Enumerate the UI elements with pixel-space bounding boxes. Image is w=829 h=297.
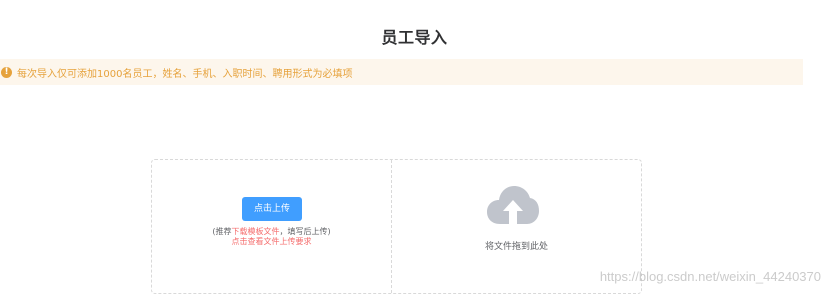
page-title: 员工导入 xyxy=(381,28,448,47)
upload-button-panel: 点击上传 (推荐下载模板文件，填写后上传) 点击查看文件上传要求 xyxy=(152,160,392,293)
employee-import-page: 员工导入 ! 每次导入仅可添加1000名员工，姓名、手机、入职时间、聘用形式为必… xyxy=(0,0,829,297)
upload-area: 点击上传 (推荐下载模板文件，填写后上传) 点击查看文件上传要求 将文件拖到此处 xyxy=(151,159,642,294)
notice-bar: ! 每次导入仅可添加1000名员工，姓名、手机、入职时间、聘用形式为必填项 xyxy=(0,59,803,85)
cloud-upload-icon xyxy=(487,186,539,224)
hint-suffix: ，填写后上传) xyxy=(279,227,331,236)
warning-circle-icon: ! xyxy=(1,66,12,78)
upload-button[interactable]: 点击上传 xyxy=(242,197,302,221)
hint-prefix: (推荐 xyxy=(212,227,232,236)
upload-requirements-link[interactable]: 点击查看文件上传要求 xyxy=(152,236,391,247)
download-template-link[interactable]: 下载模板文件 xyxy=(232,227,280,236)
drag-text: 将文件拖到此处 xyxy=(484,242,548,252)
watermark: https://blog.csdn.net/weixin_44240370 xyxy=(599,269,821,284)
notice-text: 每次导入仅可添加1000名员工，姓名、手机、入职时间、聘用形式为必填项 xyxy=(17,68,353,80)
